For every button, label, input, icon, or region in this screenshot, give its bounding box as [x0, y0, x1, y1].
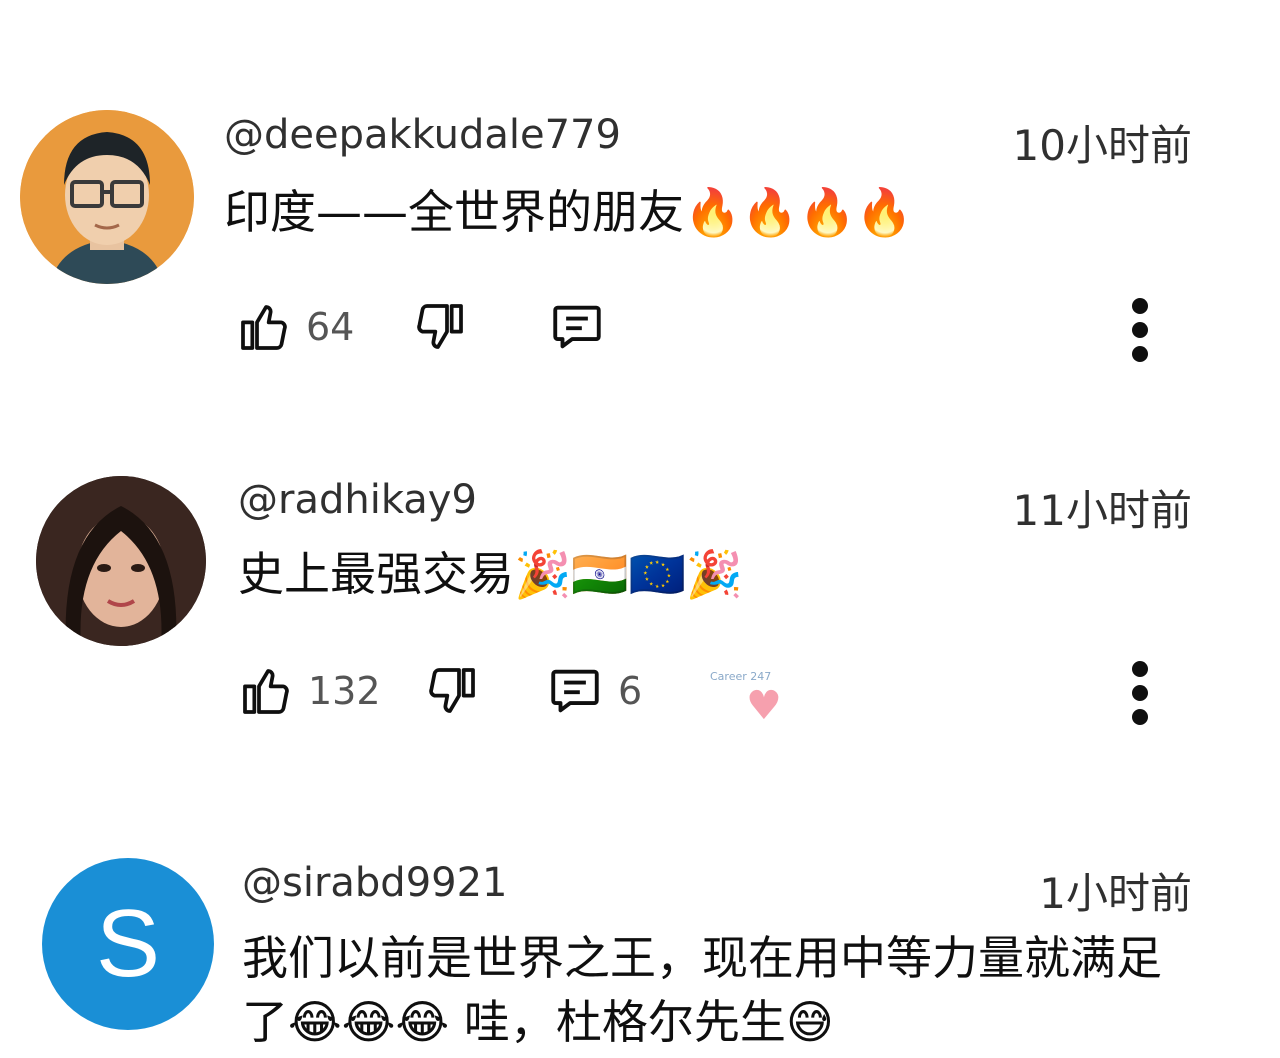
comment-handle[interactable]: @sirabd9921	[242, 860, 508, 906]
dislike-button[interactable]	[412, 292, 468, 362]
avatar-letter: S	[95, 890, 161, 997]
like-button[interactable]: 132	[238, 656, 381, 726]
comment-handle[interactable]: @radhikay9	[238, 477, 477, 523]
more-vert-icon	[1132, 322, 1148, 338]
more-vert-icon	[1132, 709, 1148, 725]
avatar[interactable]	[36, 476, 206, 646]
comment-actions: 64	[236, 292, 1196, 362]
more-vert-icon	[1132, 298, 1148, 314]
comment-text: 印度——全世界的朋友🔥🔥🔥🔥	[224, 185, 914, 239]
heart-icon: ♥	[746, 683, 782, 729]
more-vert-icon	[1132, 346, 1148, 362]
comment-text: 我们以前是世界之王，现在用中等力量就满足了😂😂😂 哇，杜格尔先生😅	[242, 931, 1162, 1049]
more-vert-icon	[1132, 685, 1148, 701]
dislike-icon	[417, 304, 463, 349]
like-icon	[243, 669, 289, 714]
comment-actions: 132 6 Career 247 ♥	[238, 656, 1198, 726]
like-icon	[241, 305, 287, 350]
avatar[interactable]	[20, 110, 194, 284]
more-options-button[interactable]	[1120, 295, 1160, 365]
avatar[interactable]: S	[42, 858, 214, 1030]
creator-heart-label: Career 247	[710, 670, 772, 683]
like-count: 64	[306, 305, 355, 349]
more-options-button[interactable]	[1120, 658, 1160, 728]
like-button[interactable]: 64	[236, 292, 354, 362]
comment-time: 11小时前	[1012, 486, 1192, 535]
comment-time: 1小时前	[1039, 869, 1192, 918]
like-count: 132	[308, 669, 381, 713]
reply-icon	[553, 305, 601, 349]
reply-icon	[551, 669, 599, 713]
reply-count: 6	[618, 669, 643, 713]
reply-button[interactable]: 6	[546, 656, 642, 726]
comment-text: 史上最强交易🎉🇮🇳🇪🇺🎉	[238, 547, 744, 601]
more-vert-icon	[1132, 661, 1148, 677]
dislike-button[interactable]	[424, 656, 480, 726]
dislike-icon	[429, 668, 475, 713]
creator-heart: Career 247 ♥	[710, 652, 790, 732]
comment-handle[interactable]: @deepakkudale779	[224, 112, 621, 158]
avatar-photo	[36, 476, 206, 646]
avatar-illustration	[20, 110, 194, 284]
reply-button[interactable]	[548, 292, 606, 362]
comment-time: 10小时前	[1012, 121, 1192, 170]
